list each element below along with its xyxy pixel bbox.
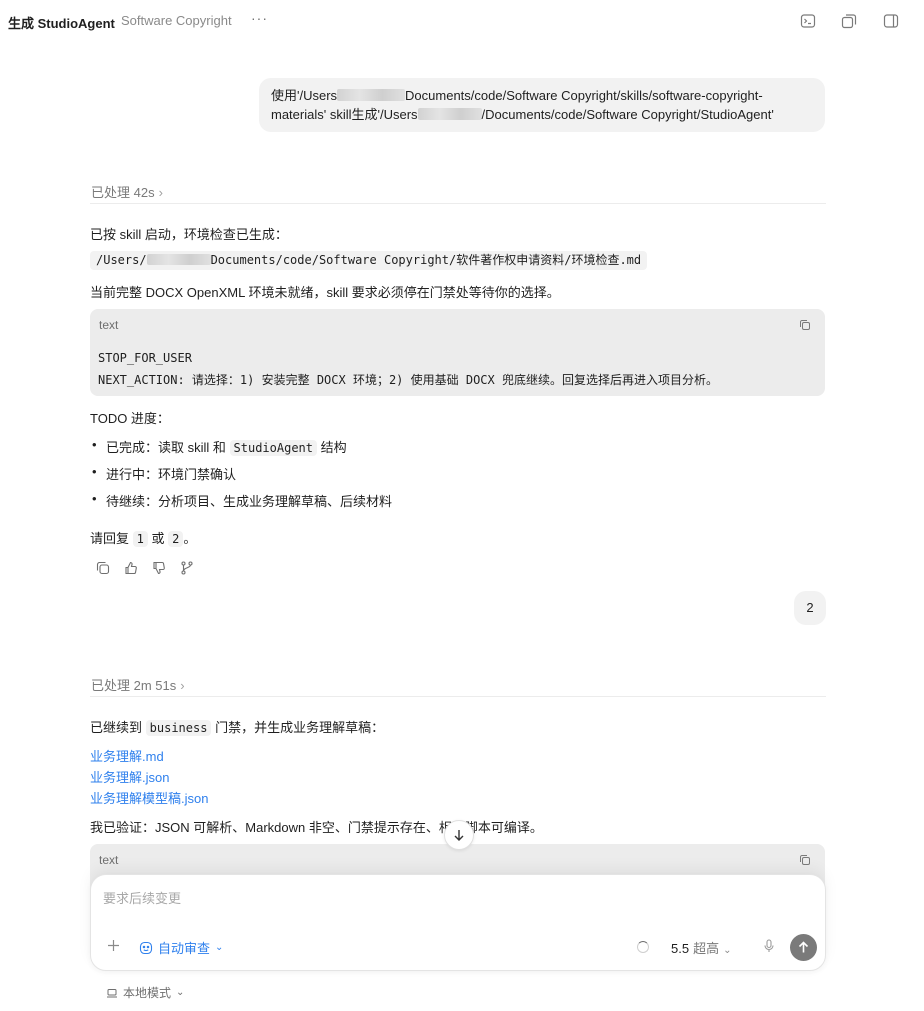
composer-input[interactable]: 要求后续变更	[103, 888, 181, 907]
composer: 要求后续变更 自动审查 ⌄ 5.5 超高 ⌄	[90, 874, 826, 971]
file-link[interactable]: 业务理解.md	[90, 746, 164, 765]
review-icon	[139, 941, 153, 954]
assistant-text: 已按 skill 启动，环境检查已生成：	[90, 227, 288, 242]
processed-toggle[interactable]: 已处理 42s ›	[91, 182, 163, 201]
list-item: 已完成：读取 skill 和 StudioAgent 结构	[92, 437, 347, 456]
divider	[90, 696, 826, 697]
assistant-text: 当前完整 DOCX OpenXML 环境未就绪，skill 要求必须停在门禁处等…	[90, 285, 560, 300]
project-name[interactable]: Software Copyright	[121, 13, 232, 28]
laptop-icon	[107, 988, 117, 997]
file-link[interactable]: 业务理解模型稿.json	[90, 788, 208, 807]
chevron-down-icon: ⌄	[215, 942, 224, 953]
auto-review-button[interactable]: 自动审查 ⌄	[139, 938, 223, 957]
assistant-text: 我已验证：JSON 可解析、Markdown 非空、门禁提示存在、相关脚本可编译…	[90, 820, 543, 835]
thumbs-up-icon[interactable]	[124, 561, 138, 575]
thumbs-down-icon[interactable]	[152, 561, 166, 575]
scroll-to-bottom-button[interactable]	[444, 820, 474, 850]
send-button[interactable]	[790, 934, 817, 961]
thread-title: 生成 StudioAgent	[8, 16, 115, 31]
processed-toggle[interactable]: 已处理 2m 51s ›	[91, 675, 185, 694]
more-options-button[interactable]: ···	[251, 10, 268, 26]
windows-icon[interactable]	[841, 13, 857, 29]
sidebar-toggle-icon[interactable]	[883, 13, 899, 29]
local-mode-selector[interactable]: 本地模式 ⌄	[106, 984, 184, 1001]
code-block: text STOP_FOR_USER NEXT_ACTION: 请选择：1) 安…	[90, 309, 825, 396]
user-message: 使用'/Users Documents/code/Software Copyrig…	[259, 78, 825, 132]
redacted-username	[146, 254, 211, 265]
chevron-right-icon: ›	[180, 678, 185, 693]
arrow-up-icon	[798, 941, 809, 953]
fork-icon[interactable]	[180, 561, 194, 575]
todo-title: TODO 进度：	[90, 411, 170, 426]
top-bar: 生成 StudioAgent Software Copyright ···	[0, 0, 924, 42]
arrow-down-icon	[454, 830, 464, 841]
user-message-line: materials' skill生成'/Users/Documents/code…	[271, 107, 774, 122]
list-item: 进行中：环境门禁确认	[92, 464, 236, 483]
file-link[interactable]: 业务理解.json	[90, 767, 169, 786]
terminal-icon[interactable]	[800, 13, 816, 29]
code-language-label: text	[99, 853, 119, 867]
user-message-line: 使用'/Users Documents/code/Software Copyrig…	[271, 88, 763, 103]
divider	[90, 203, 826, 204]
redacted-username	[337, 89, 406, 101]
assistant-text: 请回复 1 或 2。	[90, 531, 197, 547]
code-language-label: text	[99, 318, 119, 332]
loading-spinner-icon	[637, 941, 649, 953]
chevron-down-icon: ⌄	[723, 945, 732, 956]
user-message: 2	[794, 591, 826, 625]
code-line: NEXT_ACTION: 请选择：1) 安装完整 DOCX 环境；2) 使用基础…	[98, 373, 718, 387]
assistant-text: 已继续到 business 门禁，并生成业务理解草稿：	[90, 720, 385, 736]
model-selector[interactable]: 5.5 超高 ⌄	[671, 938, 731, 957]
list-item: 待继续：分析项目、生成业务理解草稿、后续材料	[92, 491, 392, 510]
file-path: /Users/Documents/code/Software Copyright…	[90, 251, 648, 270]
chevron-right-icon: ›	[158, 185, 163, 200]
redacted-username	[417, 108, 482, 120]
plus-icon[interactable]	[107, 939, 120, 952]
copy-icon[interactable]	[96, 561, 110, 575]
code-line: STOP_FOR_USER	[98, 351, 192, 365]
microphone-icon[interactable]	[762, 939, 776, 953]
copy-icon[interactable]	[799, 319, 811, 331]
copy-icon[interactable]	[799, 854, 811, 866]
chevron-down-icon: ⌄	[176, 987, 185, 998]
